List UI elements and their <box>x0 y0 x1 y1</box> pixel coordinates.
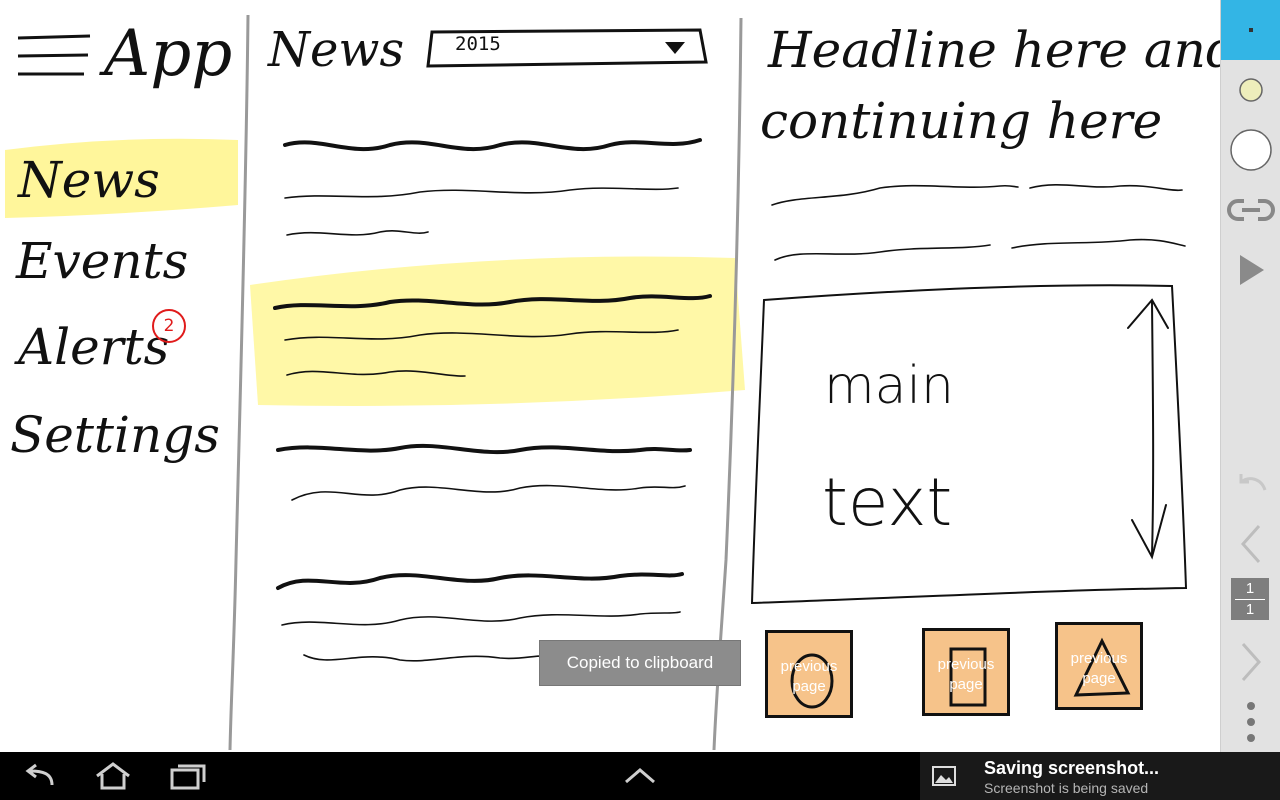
next-button[interactable] <box>1221 640 1280 684</box>
scroll-arrow-icon <box>1151 301 1155 556</box>
page-button-label: previous page <box>1070 650 1128 687</box>
chevron-down-icon <box>665 42 685 54</box>
color-button[interactable] <box>1221 70 1280 110</box>
back-icon <box>25 763 54 786</box>
main-text-line-2: text <box>822 464 953 541</box>
news-item-1-line <box>286 230 429 236</box>
page-total: 1 <box>1245 601 1255 618</box>
expand-button[interactable] <box>622 760 658 792</box>
headline-line-1: Headline here and <box>768 21 1220 79</box>
news-item-1-title <box>283 138 702 152</box>
page-button-label: previous page <box>780 658 838 695</box>
scroll-arrow-icon <box>1127 298 1169 329</box>
app-title: App <box>104 17 233 91</box>
next-icon <box>1241 643 1262 681</box>
brush-size-icon <box>1230 129 1272 171</box>
image-icon <box>932 766 956 786</box>
back-button[interactable] <box>20 760 60 792</box>
headline-line-2: continuing here <box>760 92 1163 150</box>
brush-size-button[interactable] <box>1221 125 1280 175</box>
more-button[interactable] <box>1221 698 1280 746</box>
previous-button[interactable] <box>1221 522 1280 566</box>
link-button[interactable] <box>1221 188 1280 232</box>
previous-page-button-3[interactable]: previous page <box>1055 622 1143 710</box>
page-current: 1 <box>1245 580 1255 597</box>
notification-title: Saving screenshot... <box>984 758 1160 778</box>
news-item-3-title <box>276 443 692 455</box>
news-item-4-line <box>303 654 546 662</box>
home-icon <box>96 762 130 790</box>
link-icon <box>1227 199 1275 221</box>
color-icon <box>1239 78 1263 102</box>
nav-item-events[interactable]: Events <box>16 236 188 286</box>
recent-apps-icon <box>170 764 206 790</box>
news-item-1-line <box>284 187 679 199</box>
home-button[interactable] <box>92 760 134 792</box>
clipboard-toast: Copied to clipboard <box>539 640 741 686</box>
page-button-label: previous page <box>937 656 995 693</box>
pen-tool-icon <box>1249 28 1253 32</box>
year-select[interactable]: 2015 <box>455 33 501 55</box>
screenshot-notification[interactable]: Saving screenshot... Screenshot is being… <box>920 752 1280 800</box>
nav-item-news[interactable]: News <box>18 155 160 205</box>
undo-button[interactable] <box>1221 464 1280 502</box>
more-icon <box>1247 702 1255 742</box>
news-title: News <box>268 22 405 78</box>
tool-strip: 1 1 <box>1220 0 1280 752</box>
main-text-line-1: main <box>824 356 954 416</box>
previous-page-button-1[interactable]: previous page <box>765 630 853 718</box>
news-item-4-line <box>281 611 681 626</box>
previous-icon <box>1240 525 1261 563</box>
hamburger-icon <box>17 34 91 76</box>
undo-icon <box>1239 474 1267 491</box>
play-button[interactable] <box>1221 248 1280 292</box>
recent-apps-button[interactable] <box>168 760 208 792</box>
alerts-badge: 2 <box>152 309 186 343</box>
pen-tool-button[interactable] <box>1221 0 1280 60</box>
nav-item-settings[interactable]: Settings <box>10 410 220 460</box>
headline-body-line <box>1029 183 1183 192</box>
chevron-up-icon <box>625 768 655 784</box>
sketch-canvas[interactable]: App News Events Alerts 2 Settings News 2… <box>0 0 1220 752</box>
headline-body-line <box>1011 238 1186 249</box>
main-text-box <box>750 284 1188 605</box>
news-item-3-line <box>291 484 686 501</box>
news-item-4-title <box>276 572 684 590</box>
notification-subtitle: Screenshot is being saved <box>984 780 1149 796</box>
nav-item-alerts[interactable]: Alerts <box>18 322 169 372</box>
scroll-arrow-icon <box>1131 504 1167 560</box>
previous-page-button-2[interactable]: previous page <box>922 628 1010 716</box>
headline-body-line <box>774 244 991 261</box>
play-icon <box>1240 255 1264 285</box>
page-counter: 1 1 <box>1231 578 1269 620</box>
headline-body-line <box>771 184 1019 206</box>
column-divider-left <box>228 14 250 751</box>
